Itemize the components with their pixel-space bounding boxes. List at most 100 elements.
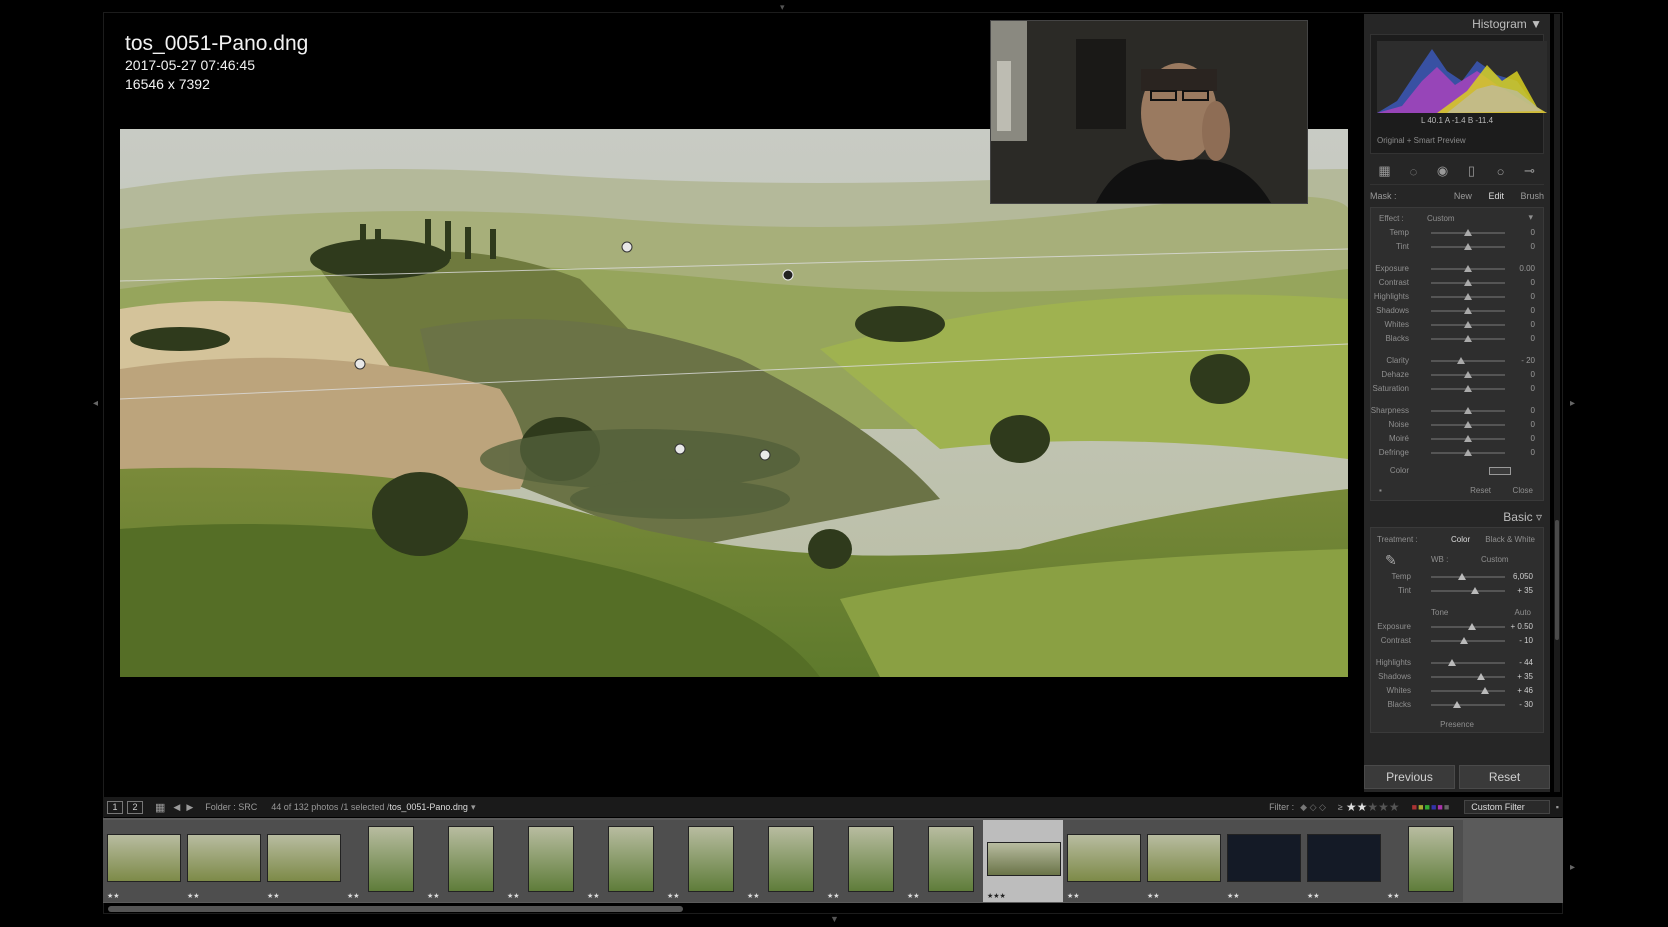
slider-track[interactable] <box>1431 576 1505 578</box>
bottom-panel-toggle-icon[interactable]: ▼ <box>830 914 839 924</box>
slider-track[interactable] <box>1431 590 1505 592</box>
basic-header[interactable]: Basic ▿ <box>1364 507 1550 527</box>
filmstrip-thumbnail[interactable]: ★★ <box>1303 820 1383 902</box>
slider-value[interactable]: 0.00 <box>1519 264 1535 273</box>
panel-scrollbar[interactable] <box>1554 14 1560 792</box>
slider-moir[interactable]: Moiré 0 <box>1371 432 1543 446</box>
slider-value[interactable]: 0 <box>1531 306 1535 315</box>
second-window-button[interactable]: 2 <box>127 800 143 814</box>
slider-knob[interactable] <box>1460 637 1469 644</box>
color-row[interactable]: Color <box>1371 460 1543 482</box>
effect-preset-row[interactable]: Effect : Custom ▾ <box>1371 212 1543 226</box>
slider-exposure[interactable]: Exposure + 0.50 <box>1371 620 1543 634</box>
slider-track[interactable] <box>1431 690 1505 692</box>
slider-value[interactable]: + 35 <box>1517 586 1533 595</box>
slider-value[interactable]: 0 <box>1531 434 1535 443</box>
slider-blacks[interactable]: Blacks - 30 <box>1371 698 1543 712</box>
slider-knob[interactable] <box>1464 421 1472 428</box>
slider-track[interactable] <box>1431 360 1505 362</box>
wb-value[interactable]: Custom <box>1481 555 1509 564</box>
filmstrip-thumbnail[interactable]: ★★ <box>503 820 583 902</box>
slider-knob[interactable] <box>1464 243 1472 250</box>
treatment-color[interactable]: Color <box>1451 535 1470 544</box>
histogram-header[interactable]: Histogram ▼ <box>1364 14 1550 34</box>
slider-shadows[interactable]: Shadows 0 <box>1371 304 1543 318</box>
slider-highlights[interactable]: Highlights 0 <box>1371 290 1543 304</box>
eyedropper-icon[interactable]: ✎ <box>1385 552 1397 569</box>
slider-knob[interactable] <box>1464 307 1472 314</box>
filmstrip-thumbnail[interactable]: ★★ <box>1063 820 1143 902</box>
folder-source[interactable]: Folder : SRC <box>205 802 257 812</box>
adjustment-brush-icon[interactable]: ⊸ <box>1520 163 1540 179</box>
mask-toggle-icon[interactable]: ▪ <box>1379 486 1382 495</box>
smart-preview-status[interactable]: Original + Smart Preview <box>1377 136 1466 145</box>
slider-value[interactable]: 0 <box>1531 320 1535 329</box>
filmstrip-thumbnail[interactable]: ★★ <box>183 820 263 902</box>
slider-tint[interactable]: Tint + 35 <box>1371 584 1543 598</box>
slider-shadows[interactable]: Shadows + 35 <box>1371 670 1543 684</box>
slider-knob[interactable] <box>1464 335 1472 342</box>
crop-tool-icon[interactable]: ▦ <box>1375 163 1395 179</box>
filmstrip-thumbnail[interactable]: ★★ <box>1143 820 1223 902</box>
filmstrip-thumbnail[interactable]: ★★ <box>663 820 743 902</box>
mask-new[interactable]: New <box>1454 191 1472 201</box>
slider-knob[interactable] <box>1464 279 1472 286</box>
filmstrip-right-arrow-icon[interactable]: ▸ <box>1570 862 1575 873</box>
slider-defringe[interactable]: Defringe 0 <box>1371 446 1543 460</box>
slider-sharpness[interactable]: Sharpness 0 <box>1371 404 1543 418</box>
slider-value[interactable]: - 20 <box>1521 356 1535 365</box>
effect-dropdown-icon[interactable]: ▾ <box>1528 212 1533 223</box>
slider-knob[interactable] <box>1464 407 1472 414</box>
slider-blacks[interactable]: Blacks 0 <box>1371 332 1543 346</box>
left-panel-toggle-icon[interactable]: ◂ <box>93 398 98 409</box>
effect-close-button[interactable]: Close <box>1513 486 1533 495</box>
filmstrip-thumbnail[interactable]: ★★ <box>103 820 183 902</box>
flag-filter-icon[interactable]: ◆ ◇ ◇ <box>1300 802 1326 813</box>
slider-knob[interactable] <box>1476 673 1485 680</box>
slider-value[interactable]: + 0.50 <box>1511 622 1533 631</box>
back-arrow-icon[interactable]: ◀ <box>173 802 180 813</box>
slider-value[interactable]: 0 <box>1531 384 1535 393</box>
slider-knob[interactable] <box>1464 449 1472 456</box>
slider-knob[interactable] <box>1481 687 1490 694</box>
slider-knob[interactable] <box>1456 357 1465 364</box>
slider-value[interactable]: 0 <box>1531 228 1535 237</box>
radial-filter-icon[interactable]: ○ <box>1491 164 1511 179</box>
slider-clarity[interactable]: Clarity - 20 <box>1371 354 1543 368</box>
filmstrip-thumbnail[interactable]: ★★ <box>1383 820 1463 902</box>
slider-track[interactable] <box>1431 662 1505 664</box>
slider-contrast[interactable]: Contrast 0 <box>1371 276 1543 290</box>
slider-track[interactable] <box>1431 676 1505 678</box>
rating-operator[interactable]: ≥ <box>1338 802 1343 812</box>
slider-value[interactable]: 0 <box>1531 292 1535 301</box>
mask-brush[interactable]: Brush <box>1520 191 1544 201</box>
effect-reset-button[interactable]: Reset <box>1470 486 1491 495</box>
slider-knob[interactable] <box>1464 293 1472 300</box>
main-window-button[interactable]: 1 <box>107 800 123 814</box>
slider-knob[interactable] <box>1458 573 1467 580</box>
slider-whites[interactable]: Whites 0 <box>1371 318 1543 332</box>
slider-temp[interactable]: Temp 0 <box>1371 226 1543 240</box>
slider-value[interactable]: - 30 <box>1519 700 1533 709</box>
filmstrip-thumbnail[interactable]: ★★ <box>743 820 823 902</box>
selected-file[interactable]: tos_0051-Pano.dng <box>389 802 468 812</box>
filmstrip-scrollbar[interactable] <box>108 906 683 912</box>
slider-value[interactable]: 0 <box>1531 406 1535 415</box>
filmstrip-thumbnail[interactable]: ★★ <box>343 820 423 902</box>
reset-button[interactable]: Reset <box>1459 765 1550 789</box>
filmstrip-thumbnail[interactable]: ★★ <box>423 820 503 902</box>
slider-temp[interactable]: Temp 6,050 <box>1371 570 1543 584</box>
panel-scroll-thumb[interactable] <box>1555 520 1559 640</box>
slider-value[interactable]: 0 <box>1531 448 1535 457</box>
slider-value[interactable]: 0 <box>1531 242 1535 251</box>
slider-contrast[interactable]: Contrast - 10 <box>1371 634 1543 648</box>
filmstrip-thumbnail[interactable]: ★★ <box>263 820 343 902</box>
slider-value[interactable]: 0 <box>1531 370 1535 379</box>
main-photo[interactable] <box>120 129 1348 677</box>
effect-preset[interactable]: Custom <box>1427 214 1455 223</box>
slider-highlights[interactable]: Highlights - 44 <box>1371 656 1543 670</box>
slider-knob[interactable] <box>1464 371 1472 378</box>
top-panel-toggle-icon[interactable]: ▾ <box>780 2 785 13</box>
treatment-bw[interactable]: Black & White <box>1485 535 1535 544</box>
slider-knob[interactable] <box>1464 435 1472 442</box>
